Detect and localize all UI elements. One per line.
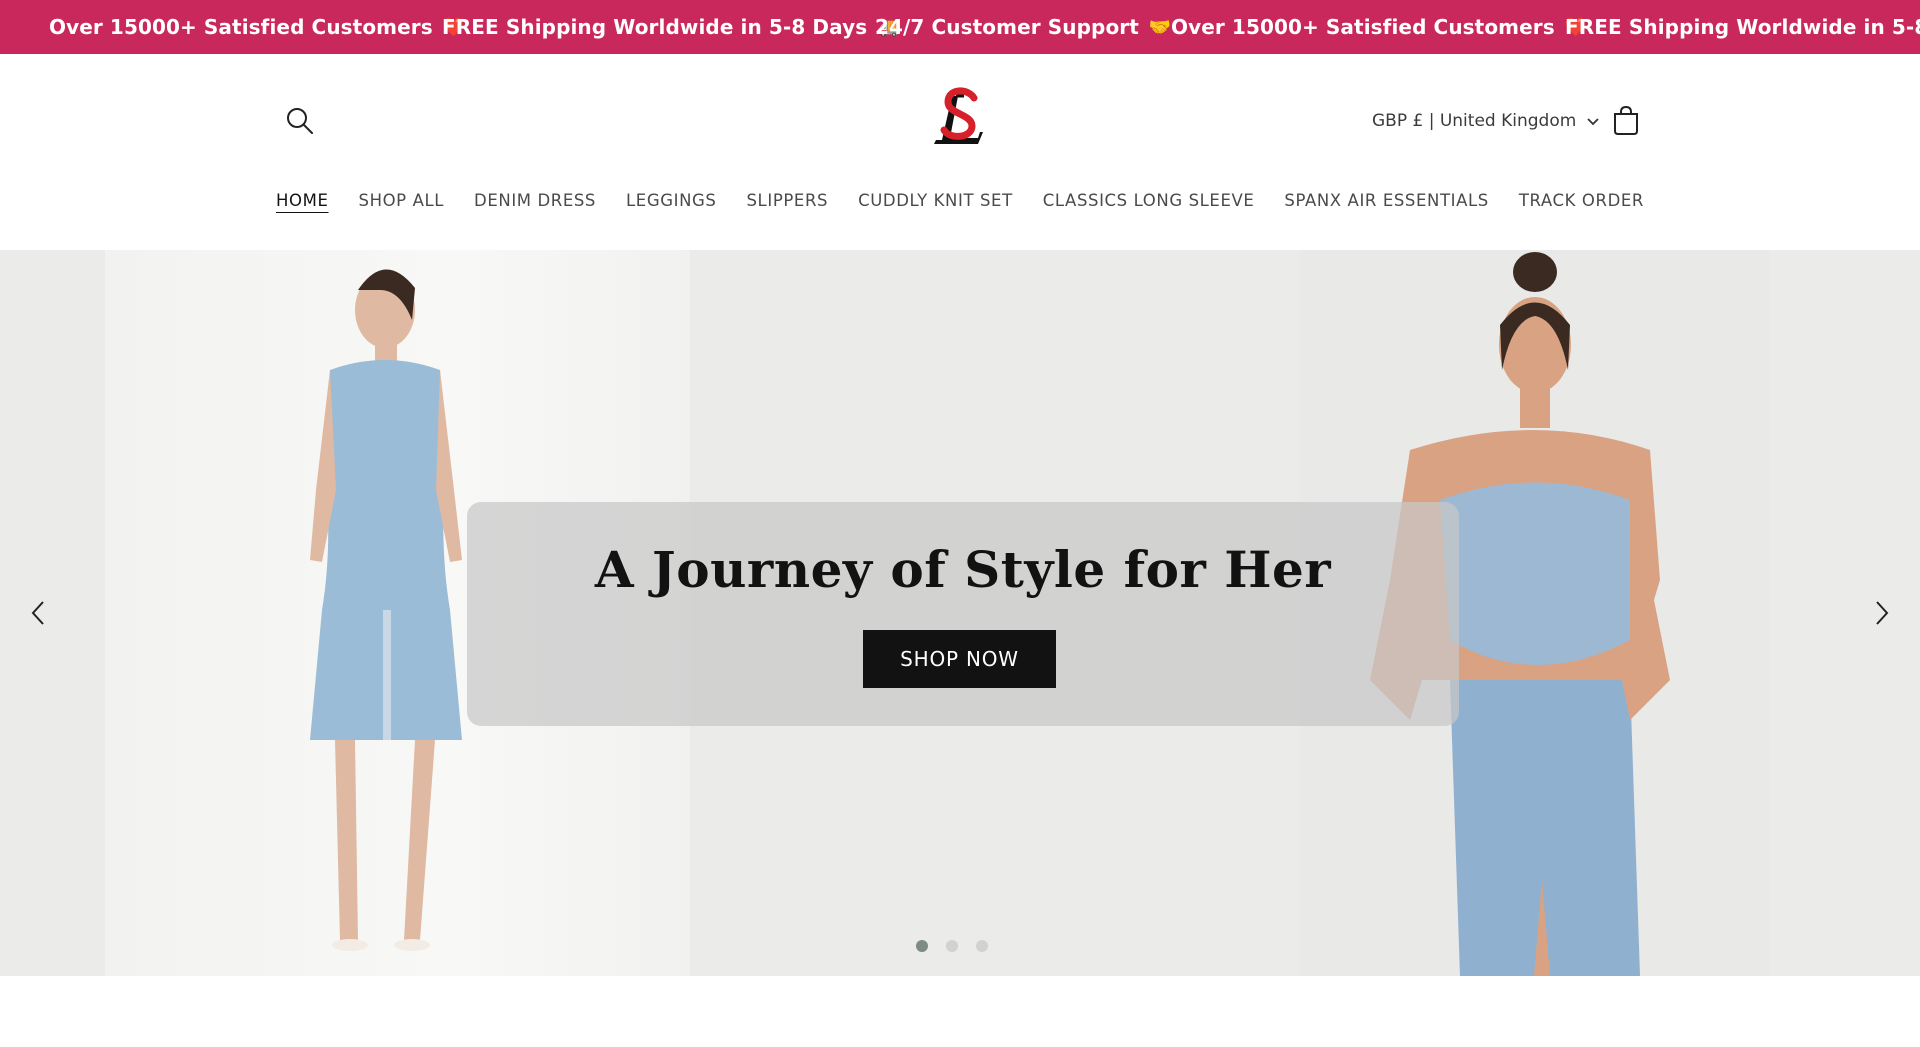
announcement-text: 24/7 Customer Support: [875, 15, 1139, 39]
page-content-below: [0, 976, 1920, 1047]
slide-dot-3[interactable]: [976, 940, 988, 952]
announcement-text: FREE Shipping Worldwide in 5-8 Days: [442, 15, 868, 39]
search-icon: [287, 108, 313, 134]
announcement-item: Over 15000+ Satisfied Customers ❤️: [1171, 15, 1587, 39]
nav-item-spanx-air-essentials[interactable]: SPANX AIR ESSENTIALS: [1269, 184, 1503, 218]
hero-slideshow: A Journey of Style for Her SHOP NOW: [0, 250, 1920, 976]
handshake-icon: 🤝: [1148, 16, 1172, 38]
currency-country-selector[interactable]: GBP £ | United Kingdom: [1372, 106, 1600, 136]
nav-item-track-order[interactable]: TRACK ORDER: [1504, 184, 1659, 218]
cart-button[interactable]: [1610, 104, 1642, 138]
slide-pagination: [916, 940, 988, 952]
main-navigation: HOME SHOP ALL DENIM DRESS LEGGINGS SLIPP…: [0, 184, 1920, 218]
announcement-text: FREE Shipping Worldwide in 5-8 Days: [1565, 15, 1920, 39]
chevron-left-icon: [31, 601, 44, 625]
hero-heading: A Journey of Style for Her: [594, 540, 1332, 599]
chevron-down-icon: [1587, 118, 1599, 126]
slide-dot-1[interactable]: [916, 940, 928, 952]
announcement-bar: Over 15000+ Satisfied Customers ❤️ FREE S…: [0, 0, 1920, 54]
sl-monogram-logo: [934, 87, 983, 144]
nav-item-denim-dress[interactable]: DENIM DRESS: [459, 184, 611, 218]
slide-previous-button[interactable]: [0, 576, 76, 650]
shopping-bag-icon: [1614, 105, 1638, 135]
nav-item-shop-all[interactable]: SHOP ALL: [344, 184, 460, 218]
nav-item-leggings[interactable]: LEGGINGS: [611, 184, 731, 218]
store-logo[interactable]: [928, 82, 992, 152]
nav-item-cuddly-knit-set[interactable]: CUDDLY KNIT SET: [843, 184, 1028, 218]
nav-item-classics-long-sleeve[interactable]: CLASSICS LONG SLEEVE: [1028, 184, 1270, 218]
slide-dot-2[interactable]: [946, 940, 958, 952]
nav-item-slippers[interactable]: SLIPPERS: [731, 184, 843, 218]
announcement-text: Over 15000+ Satisfied Customers: [49, 15, 433, 39]
shop-now-button[interactable]: SHOP NOW: [863, 630, 1056, 688]
announcement-item: 24/7 Customer Support 🤝: [875, 15, 1171, 39]
chevron-right-icon: [1876, 601, 1889, 625]
announcement-item: FREE Shipping Worldwide in 5-8 Days🚚: [1565, 15, 1920, 39]
announcement-item: Over 15000+ Satisfied Customers ❤️: [49, 15, 465, 39]
announcement-item: FREE Shipping Worldwide in 5-8 Days🚚: [442, 15, 900, 39]
search-button[interactable]: [283, 104, 317, 138]
announcement-text: Over 15000+ Satisfied Customers: [1171, 15, 1555, 39]
locale-label: GBP £ | United Kingdom: [1372, 111, 1577, 131]
slide-next-button[interactable]: [1844, 576, 1920, 650]
hero-text-panel: [467, 502, 1459, 726]
site-header: GBP £ | United Kingdom HOME SHOP ALL DEN…: [0, 54, 1920, 250]
nav-item-home[interactable]: HOME: [261, 184, 343, 218]
